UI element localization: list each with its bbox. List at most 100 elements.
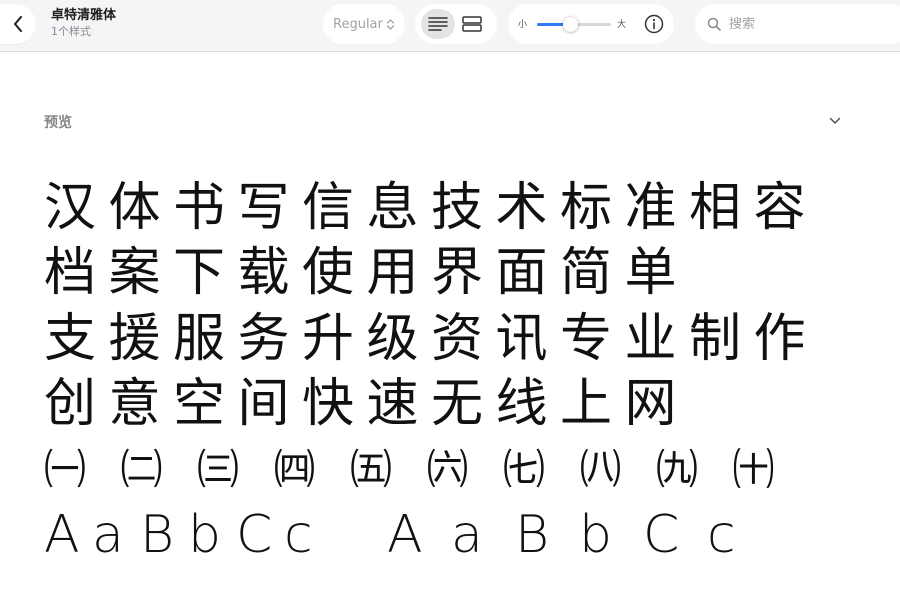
preview-glyph: ㈩ — [732, 444, 775, 494]
preview-glyph: 级 — [366, 308, 419, 369]
preview-glyph: 上 — [560, 374, 613, 435]
preview-section-label: 预览 — [44, 115, 72, 131]
preview-glyph: 技 — [431, 177, 484, 238]
preview-glyph: 创 — [44, 374, 97, 435]
preview-glyph: 术 — [495, 177, 548, 238]
preview-line-1: 汉体书写信息技术标准相容 — [44, 175, 818, 241]
preview-glyph: 档 — [44, 243, 97, 304]
preview-glyph: 无 — [431, 374, 484, 435]
preview-glyph: ㈧ — [579, 444, 622, 494]
search-input[interactable] — [729, 16, 889, 32]
preview-glyph: ㈣ — [273, 444, 316, 494]
preview-glyph: 业 — [624, 308, 677, 369]
list-view-button[interactable] — [421, 9, 455, 39]
preview-glyph: ㈠ — [44, 444, 86, 494]
info-icon — [644, 14, 664, 34]
search-icon — [707, 17, 721, 31]
preview-line-enclosed-numbers: ㈠㈡㈢㈣㈤㈥㈦㈧㈨㈩ — [44, 437, 818, 503]
chevron-down-icon — [829, 117, 841, 124]
preview-glyph: 支 — [44, 308, 97, 369]
preview-glyph: 容 — [753, 177, 806, 238]
preview-glyph: 体 — [108, 177, 161, 238]
preview-glyph: 汉 — [44, 177, 97, 238]
preview-glyph: A — [387, 505, 423, 566]
preview-glyph: C — [643, 505, 680, 566]
preview-glyph: 相 — [689, 177, 742, 238]
preview-line-3: 支援服务升级资讯专业制作 — [44, 306, 818, 372]
preview-glyph: 讯 — [495, 308, 548, 369]
preview-glyph: 资 — [431, 308, 484, 369]
preview-glyph: 书 — [173, 177, 226, 238]
preview-glyph: 援 — [108, 308, 161, 369]
preview-glyph: 空 — [173, 374, 226, 435]
preview-glyph: b — [579, 505, 613, 566]
font-title: 卓特清雅体 — [51, 8, 117, 23]
size-control: 小 大 — [508, 4, 674, 44]
preview-glyph: C — [236, 505, 273, 566]
preview-glyph: c — [284, 505, 313, 566]
preview-glyph: ㈥ — [426, 444, 469, 494]
preview-glyph: ㈦ — [503, 444, 545, 494]
grid-view-button[interactable] — [455, 9, 489, 39]
preview-glyph: 面 — [495, 243, 548, 304]
weight-select[interactable]: Regular — [323, 4, 405, 44]
weight-value: Regular — [333, 16, 383, 32]
search-box[interactable] — [695, 4, 900, 44]
style-count: 1个样式 — [51, 25, 91, 38]
preview-glyph: 息 — [366, 177, 419, 238]
preview-glyph: 用 — [366, 243, 419, 304]
preview-glyph: 案 — [108, 243, 161, 304]
grid-view-icon — [462, 16, 482, 32]
preview-glyph: a — [451, 505, 483, 566]
info-button[interactable] — [642, 12, 666, 36]
preview-glyph: 速 — [366, 374, 419, 435]
chevron-left-icon — [14, 16, 22, 32]
title-block: 卓特清雅体 1个样式 — [51, 8, 116, 39]
view-mode-group — [415, 4, 497, 44]
preview-glyph: b — [188, 505, 222, 566]
preview-glyph: ㈡ — [120, 444, 163, 494]
preview-glyph: 间 — [237, 374, 290, 435]
preview-glyph: a — [92, 505, 124, 566]
preview-glyph: 线 — [495, 374, 548, 435]
font-preview: 汉体书写信息技术标准相容 档案下载使用界面简单 支援服务升级资讯专业制作 创意空… — [44, 175, 818, 568]
size-large-label: 大 — [617, 20, 627, 30]
chevron-updown-icon — [386, 18, 395, 31]
size-small-label: 小 — [518, 20, 528, 30]
collapse-button[interactable] — [826, 112, 844, 130]
preview-glyph: 快 — [302, 374, 355, 435]
back-button[interactable] — [0, 4, 36, 44]
size-slider[interactable] — [537, 17, 611, 32]
size-slider-thumb[interactable] — [562, 17, 578, 32]
preview-glyph: 使 — [302, 243, 355, 304]
preview-line-2: 档案下载使用界面简单 — [44, 241, 818, 307]
preview-glyph: ㈨ — [656, 444, 698, 494]
preview-glyph: ㈤ — [350, 444, 392, 494]
preview-glyph: 准 — [624, 177, 677, 238]
preview-glyph: 标 — [560, 177, 613, 238]
preview-glyph: 简 — [560, 243, 613, 304]
preview-glyph: 升 — [302, 308, 355, 369]
preview-glyph: 载 — [237, 243, 290, 304]
preview-glyph: 单 — [624, 243, 677, 304]
preview-glyph: 务 — [237, 308, 290, 369]
list-view-icon — [428, 17, 448, 31]
preview-glyph: B — [140, 505, 175, 566]
preview-glyph: 作 — [753, 308, 806, 369]
preview-line-4: 创意空间快速无线上网 — [44, 372, 818, 438]
preview-glyph: 意 — [108, 374, 161, 435]
preview-glyph: 服 — [173, 308, 226, 369]
preview-glyph: 网 — [624, 374, 677, 435]
toolbar: 卓特清雅体 1个样式 Regular 小 大 — [0, 0, 900, 52]
preview-line-latin: AaBbCcAaBbCc — [44, 503, 818, 569]
preview-glyph: ㈢ — [197, 444, 239, 494]
preview-glyph: 专 — [560, 308, 613, 369]
preview-glyph: 下 — [173, 243, 226, 304]
preview-glyph: 界 — [431, 243, 484, 304]
preview-glyph: 写 — [237, 177, 290, 238]
preview-glyph: 信 — [302, 177, 355, 238]
preview-glyph: c — [707, 505, 736, 566]
preview-glyph: A — [44, 505, 80, 566]
preview-glyph: 制 — [689, 308, 742, 369]
preview-glyph: B — [515, 505, 550, 566]
